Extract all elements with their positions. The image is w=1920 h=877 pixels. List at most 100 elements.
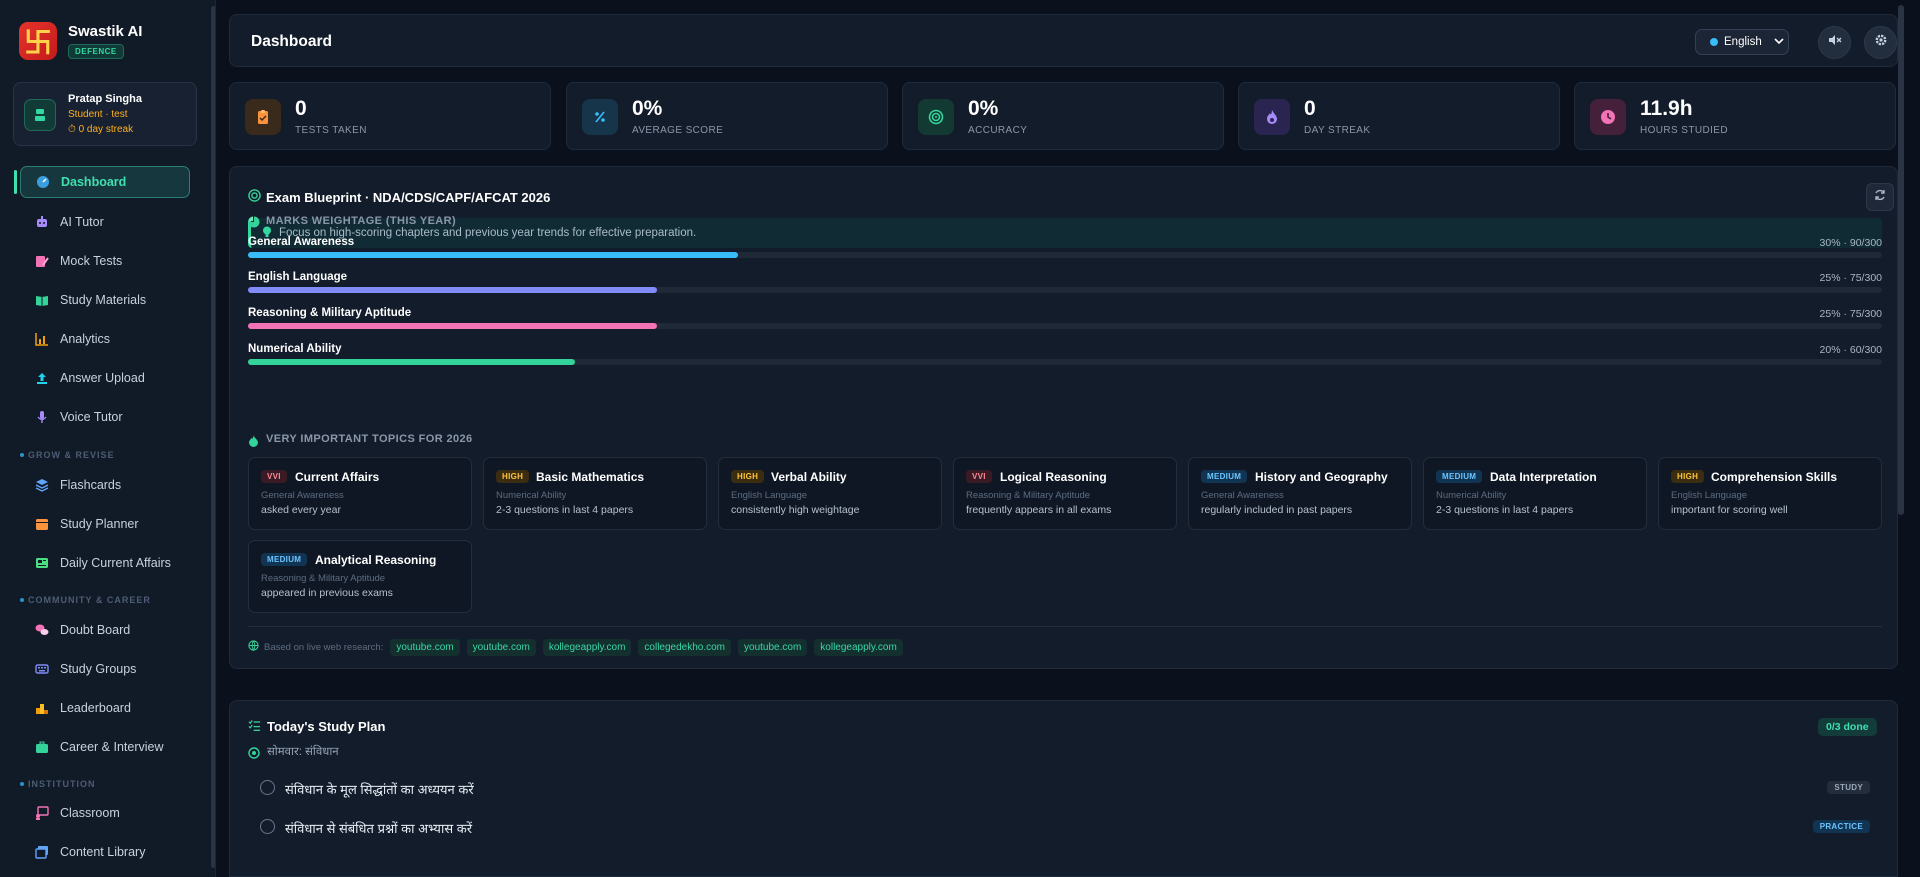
study-task[interactable]: संविधान से संबंधित प्रश्नों का अभ्यास कर… bbox=[260, 817, 1870, 837]
priority-badge: VVI bbox=[966, 470, 992, 483]
nav-answer-upload[interactable]: Answer Upload bbox=[20, 362, 190, 394]
task-checkbox[interactable] bbox=[260, 780, 275, 795]
source-link[interactable]: youtube.com bbox=[390, 638, 460, 656]
refresh-icon bbox=[1874, 188, 1886, 206]
priority-badge: VVI bbox=[261, 470, 287, 483]
topic-title: Analytical Reasoning bbox=[315, 553, 437, 567]
refresh-button[interactable] bbox=[1866, 183, 1894, 211]
nav-leaderboard[interactable]: Leaderboard bbox=[20, 692, 190, 724]
nav-content-library-label: Content Library bbox=[60, 845, 146, 859]
topic-card[interactable]: HIGH Verbal Ability English Language con… bbox=[718, 457, 942, 530]
brand-badge: DEFENCE bbox=[68, 44, 124, 59]
weightage-track bbox=[248, 287, 1882, 293]
briefcase-icon bbox=[34, 739, 50, 755]
plan-progress-badge: 0/3 done bbox=[1818, 718, 1877, 736]
topic-subject: Reasoning & Military Aptitude bbox=[966, 490, 1091, 501]
pie-chart-icon bbox=[248, 215, 260, 233]
clock-icon bbox=[1590, 99, 1626, 135]
topic-card[interactable]: MEDIUM Data Interpretation Numerical Abi… bbox=[1423, 457, 1647, 530]
topic-card[interactable]: MEDIUM Analytical Reasoning Reasoning & … bbox=[248, 540, 472, 613]
topic-note: 2-3 questions in last 4 papers bbox=[1436, 504, 1574, 516]
nav-classroom[interactable]: Classroom bbox=[20, 797, 190, 829]
user-name: Pratap Singha bbox=[68, 93, 142, 105]
user-role: Student · test bbox=[68, 109, 128, 120]
stat-value: 11.9h bbox=[1640, 97, 1693, 120]
open-book-icon bbox=[34, 292, 50, 308]
study-task[interactable]: संविधान के मूल सिद्धांतों का अध्ययन करें… bbox=[260, 778, 1870, 798]
nav-mock-tests[interactable]: Mock Tests bbox=[20, 245, 190, 277]
source-link[interactable]: collegedekho.com bbox=[638, 638, 732, 656]
robot-icon bbox=[34, 214, 50, 230]
sidebar: 卐 Swastik AI DEFENCE Pratap Singha Stude… bbox=[0, 0, 216, 877]
main-scrollbar[interactable] bbox=[1898, 5, 1904, 515]
weightage-subject: General Awareness bbox=[248, 236, 355, 248]
task-checkbox[interactable] bbox=[260, 819, 275, 834]
topic-card[interactable]: HIGH Basic Mathematics Numerical Ability… bbox=[483, 457, 707, 530]
stat-value: 0% bbox=[632, 97, 663, 120]
nav-voice-tutor[interactable]: Voice Tutor bbox=[20, 401, 190, 433]
nav-dashboard[interactable]: Dashboard bbox=[20, 166, 190, 198]
nav-daily-current-affairs[interactable]: Daily Current Affairs bbox=[20, 547, 190, 579]
weightage-subject: Numerical Ability bbox=[248, 343, 342, 355]
topic-subject: English Language bbox=[1671, 490, 1748, 501]
plan-day-label: सोमवार: संविधान bbox=[267, 746, 339, 758]
brand[interactable]: 卐 Swastik AI DEFENCE bbox=[19, 22, 142, 60]
topic-note: regularly included in past papers bbox=[1201, 504, 1353, 516]
topic-card[interactable]: HIGH Comprehension Skills English Langua… bbox=[1658, 457, 1882, 530]
bar-chart-icon bbox=[34, 331, 50, 347]
topic-card[interactable]: VVI Current Affairs General Awareness as… bbox=[248, 457, 472, 530]
nav-active-indicator bbox=[14, 170, 17, 194]
nav-career-interview[interactable]: Career & Interview bbox=[20, 731, 190, 763]
topic-subject: Numerical Ability bbox=[1436, 490, 1507, 501]
task-text: संविधान के मूल सिद्धांतों का अध्ययन करें bbox=[285, 782, 474, 797]
source-link[interactable]: youtube.com bbox=[466, 638, 536, 656]
nav-study-groups[interactable]: Study Groups bbox=[20, 653, 190, 685]
timer-icon: ⏱ bbox=[68, 124, 76, 135]
nav-analytics-label: Analytics bbox=[60, 332, 111, 346]
upload-icon bbox=[34, 370, 50, 386]
sidebar-scrollbar[interactable] bbox=[211, 6, 215, 868]
language-select[interactable]: English bbox=[1695, 29, 1789, 55]
nav-ai-tutor[interactable]: AI Tutor bbox=[20, 206, 190, 238]
stat-tests-taken: 0 TESTS TAKEN bbox=[229, 82, 551, 150]
stat-accuracy: 0% ACCURACY bbox=[902, 82, 1224, 150]
topic-title: Comprehension Skills bbox=[1711, 470, 1838, 484]
topic-title: Verbal Ability bbox=[771, 470, 847, 484]
user-card[interactable]: Pratap Singha Student · test ⏱ 0 day str… bbox=[13, 82, 197, 146]
checklist-icon bbox=[248, 719, 261, 737]
nav-section-grow: GROW & REVISE bbox=[20, 450, 115, 460]
nav-study-groups-label: Study Groups bbox=[60, 662, 137, 676]
nav-ai-tutor-label: AI Tutor bbox=[60, 215, 104, 229]
flame-icon bbox=[1254, 99, 1290, 135]
source-link[interactable]: kollegeapply.com bbox=[542, 638, 632, 656]
nav-doubt-board[interactable]: Doubt Board bbox=[20, 614, 190, 646]
clipboard-icon bbox=[245, 99, 281, 135]
stat-label: AVERAGE SCORE bbox=[632, 125, 724, 136]
nav-analytics[interactable]: Analytics bbox=[20, 323, 190, 355]
weightage-fill bbox=[248, 323, 657, 329]
nav-study-materials[interactable]: Study Materials bbox=[20, 284, 190, 316]
settings-button[interactable] bbox=[1864, 26, 1897, 59]
mute-button[interactable] bbox=[1818, 26, 1851, 59]
stat-average-score: 0% AVERAGE SCORE bbox=[566, 82, 888, 150]
weightage-value: 20% · 60/300 bbox=[1819, 344, 1882, 356]
globe-icon bbox=[248, 638, 259, 656]
nav-study-planner[interactable]: Study Planner bbox=[20, 508, 190, 540]
blueprint-tip: Focus on high-scoring chapters and previ… bbox=[248, 218, 1882, 248]
stat-value: 0 bbox=[295, 97, 307, 120]
study-plan-panel: Today's Study Plan 0/3 done सोमवार: संवि… bbox=[229, 700, 1898, 877]
gear-icon bbox=[1874, 33, 1888, 52]
nav-content-library[interactable]: Content Library bbox=[20, 836, 190, 868]
priority-badge: MEDIUM bbox=[1201, 470, 1248, 483]
topic-card[interactable]: MEDIUM History and Geography General Awa… bbox=[1188, 457, 1412, 530]
source-link[interactable]: kollegeapply.com bbox=[814, 638, 903, 656]
stat-label: HOURS STUDIED bbox=[1640, 125, 1728, 136]
target-icon bbox=[918, 99, 954, 135]
weightage-heading: MARKS WEIGHTAGE (THIS YEAR) bbox=[266, 215, 457, 227]
layers-icon bbox=[34, 477, 50, 493]
priority-badge: HIGH bbox=[1671, 470, 1705, 483]
nav-voice-tutor-label: Voice Tutor bbox=[60, 410, 123, 424]
nav-flashcards[interactable]: Flashcards bbox=[20, 469, 190, 501]
topic-card[interactable]: VVI Logical Reasoning Reasoning & Milita… bbox=[953, 457, 1177, 530]
source-link[interactable]: youtube.com bbox=[738, 638, 808, 656]
